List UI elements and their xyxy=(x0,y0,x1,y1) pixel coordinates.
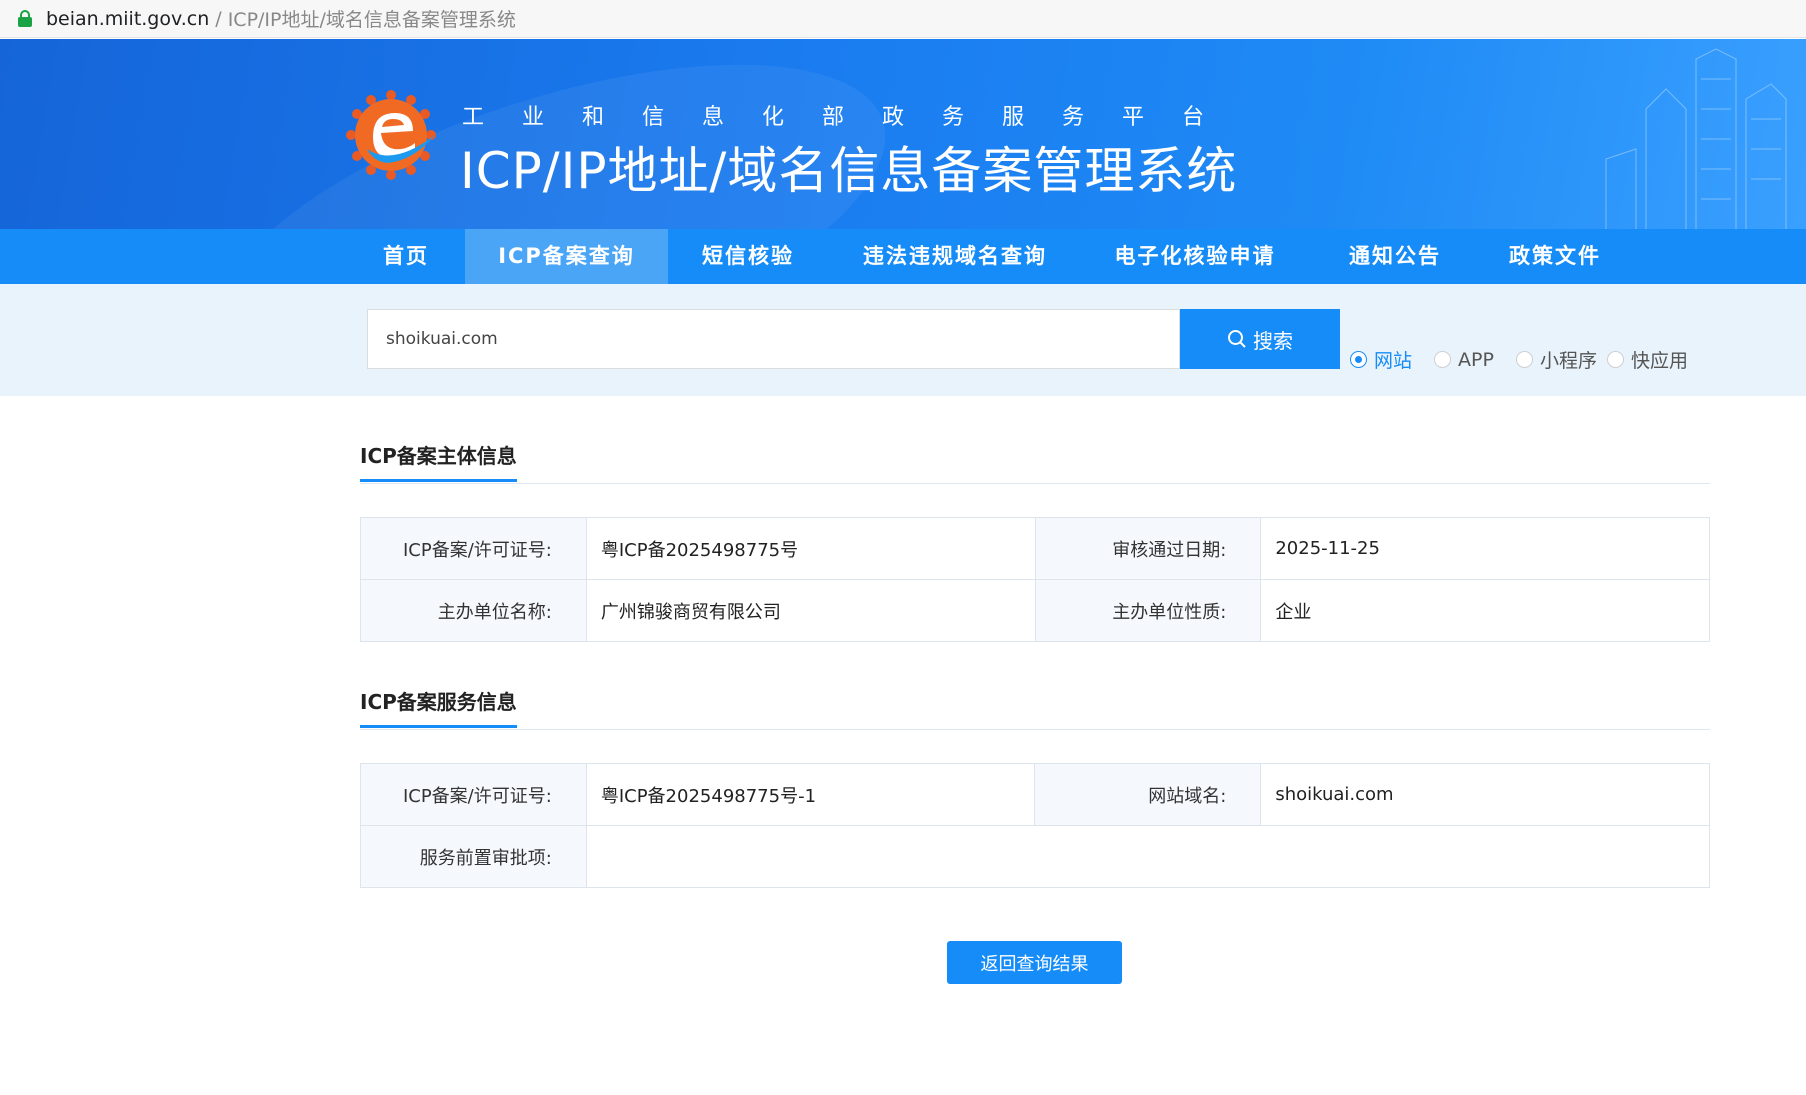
license-value: 粤ICP备2025498775号 xyxy=(585,517,1036,580)
organizer-name-label: 主办单位名称: xyxy=(360,579,587,642)
service-info-table: ICP备案/许可证号: 粤ICP备2025498775号-1 网站域名: sho… xyxy=(360,763,1711,888)
address-host: beian.miit.gov.cn xyxy=(46,7,210,30)
website-domain-label: 网站域名: xyxy=(1034,763,1262,826)
search-icon xyxy=(1228,330,1246,348)
search-type-options: 网站 APP 小程序 快应用 xyxy=(1350,346,1710,373)
main-nav: 首页 ICP备案查询 短信核验 违法违规域名查询 电子化核验申请 通知公告 政策… xyxy=(0,229,1806,284)
license-label: ICP备案/许可证号: xyxy=(360,517,587,580)
approval-date-value: 2025-11-25 xyxy=(1260,517,1710,580)
radio-app[interactable]: APP xyxy=(1434,349,1494,371)
search-button[interactable]: 搜索 xyxy=(1180,309,1340,369)
organizer-name-value: 广州锦骏商贸有限公司 xyxy=(585,579,1036,642)
pre-approval-value xyxy=(585,825,1711,888)
service-license-value: 粤ICP备2025498775号-1 xyxy=(585,763,1036,826)
organizer-type-value: 企业 xyxy=(1260,579,1710,642)
site-banner: 工业和信息化部政务服务平台 ICP/IP地址/域名信息备案管理系统 xyxy=(0,39,1806,229)
service-info-divider xyxy=(360,729,1710,730)
approval-date-label: 审核通过日期: xyxy=(1034,517,1262,580)
nav-sms-verify[interactable]: 短信核验 xyxy=(688,229,808,284)
subject-info-divider xyxy=(360,483,1710,484)
back-to-results-button[interactable]: 返回查询结果 xyxy=(947,941,1122,984)
address-separator: / xyxy=(215,7,222,30)
browser-address-bar[interactable]: beian.miit.gov.cn / ICP/IP地址/域名信息备案管理系统 xyxy=(0,0,1806,38)
nav-electronic-verify[interactable]: 电子化核验申请 xyxy=(1100,229,1290,284)
nav-illegal-domain-query[interactable]: 违法违规域名查询 xyxy=(850,229,1060,284)
radio-mini-program[interactable]: 小程序 xyxy=(1515,346,1597,373)
subject-info-title: ICP备案主体信息 xyxy=(360,440,517,482)
search-band: 搜索 网站 APP 小程序 快应用 xyxy=(0,284,1806,396)
pre-approval-label: 服务前置审批项: xyxy=(360,825,587,888)
table-row: 主办单位名称: 广州锦骏商贸有限公司 主办单位性质: 企业 xyxy=(360,579,1710,642)
search-button-label: 搜索 xyxy=(1253,328,1293,353)
nav-notices[interactable]: 通知公告 xyxy=(1330,229,1460,284)
table-row: ICP备案/许可证号: 粤ICP备2025498775号-1 网站域名: sho… xyxy=(360,763,1710,826)
miit-logo xyxy=(346,90,436,180)
lock-icon xyxy=(18,10,32,27)
address-path: ICP/IP地址/域名信息备案管理系统 xyxy=(227,9,516,31)
banner-title: ICP/IP地址/域名信息备案管理系统 xyxy=(460,142,1238,200)
nav-home[interactable]: 首页 xyxy=(360,229,452,284)
website-domain-value: shoikuai.com xyxy=(1260,763,1710,826)
subject-info-table: ICP备案/许可证号: 粤ICP备2025498775号 审核通过日期: 202… xyxy=(360,517,1710,642)
table-row: ICP备案/许可证号: 粤ICP备2025498775号 审核通过日期: 202… xyxy=(360,517,1710,580)
radio-quick-app[interactable]: 快应用 xyxy=(1606,346,1688,373)
table-row: 服务前置审批项: xyxy=(360,825,1711,888)
search-input[interactable] xyxy=(367,309,1180,369)
service-info-title: ICP备案服务信息 xyxy=(360,686,517,728)
nav-icp-query[interactable]: ICP备案查询 xyxy=(465,229,668,284)
nav-policies[interactable]: 政策文件 xyxy=(1495,229,1615,284)
city-skyline-decoration xyxy=(1605,48,1787,229)
organizer-type-label: 主办单位性质: xyxy=(1034,579,1262,642)
radio-website[interactable]: 网站 xyxy=(1350,346,1412,373)
banner-subtitle: 工业和信息化部政务服务平台 xyxy=(462,105,1243,130)
service-license-label: ICP备案/许可证号: xyxy=(360,763,587,826)
